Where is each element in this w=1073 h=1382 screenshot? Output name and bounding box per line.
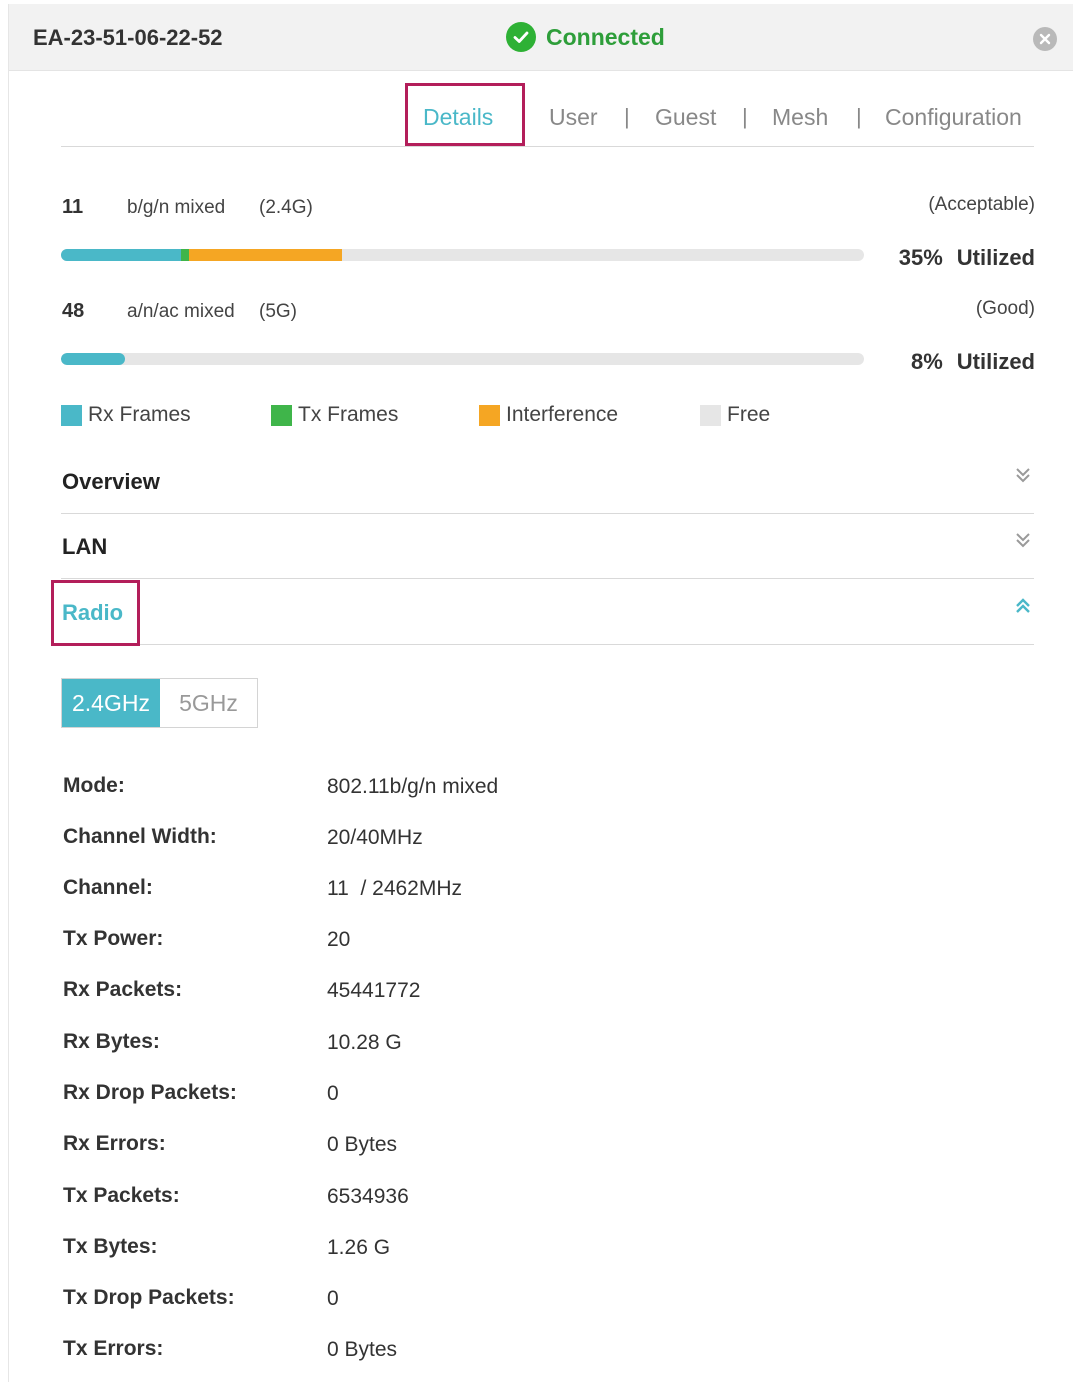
channel-rating: (Good) <box>975 298 1035 319</box>
close-icon <box>1039 33 1051 45</box>
field-value: 0 <box>327 1082 339 1105</box>
field-value: 0 Bytes <box>327 1338 398 1361</box>
field-label: Channel Width: <box>63 825 217 848</box>
field-value: 10.28 G <box>327 1031 402 1054</box>
tab-separator: | <box>624 104 630 129</box>
section-lan[interactable]: LAN <box>61 514 1034 579</box>
interference-segment <box>189 249 342 261</box>
connection-status: Connected <box>506 22 665 52</box>
channel-number: 48 <box>62 300 85 322</box>
field-value: 45441772 <box>327 979 421 1002</box>
legend-free: Free <box>700 403 770 427</box>
tab-separator: | <box>742 104 748 129</box>
section-title: LAN <box>62 534 108 559</box>
channel-band: (5G) <box>259 301 297 322</box>
legend-label: Free <box>727 403 771 426</box>
close-button[interactable] <box>1033 27 1057 51</box>
legend-label: Tx Frames <box>298 403 399 426</box>
field-label: Tx Drop Packets: <box>63 1286 235 1309</box>
legend-label: Rx Frames <box>88 403 191 426</box>
field-value: 802.11b/g/n mixed <box>327 775 499 798</box>
legend-swatch <box>479 404 500 426</box>
highlight-box-details <box>405 83 525 146</box>
field-label: Tx Packets: <box>63 1184 180 1207</box>
legend-label: Interference <box>506 403 619 426</box>
band-switch: 2.4GHz 5GHz <box>61 678 258 728</box>
section-title: Overview <box>62 469 160 494</box>
tab-mesh[interactable]: Mesh <box>772 104 828 131</box>
field-value: 20/40MHz <box>327 826 423 849</box>
utilization-readout: 35% Utilized <box>835 245 1035 271</box>
field-label: Tx Power: <box>63 927 164 950</box>
channel-band: (2.4G) <box>259 197 313 218</box>
field-label: Channel: <box>63 876 153 899</box>
highlight-box-radio <box>51 580 140 646</box>
status-text: Connected <box>546 23 665 50</box>
field-value: 1.26 G <box>327 1236 391 1259</box>
utilized-label: Utilized <box>956 245 1035 270</box>
field-value: 0 <box>327 1287 339 1310</box>
field-value: 6534936 <box>327 1185 409 1208</box>
field-value: 11 / 2462MHz <box>327 877 463 900</box>
utilization-bar <box>61 353 864 365</box>
channel-mode: a/n/ac mixed <box>127 301 235 322</box>
field-value: 20 <box>327 928 351 951</box>
field-label: Rx Bytes: <box>63 1030 160 1053</box>
device-name: EA-23-51-06-22-52 <box>33 25 223 50</box>
band-button-2-4ghz[interactable]: 2.4GHz <box>62 679 160 727</box>
legend-swatch <box>700 404 721 426</box>
utilized-label: Utilized <box>956 349 1035 374</box>
section-radio[interactable]: Radio <box>61 580 1034 645</box>
field-label: Rx Errors: <box>63 1132 166 1155</box>
legend-swatch <box>271 404 292 426</box>
utilization-percent: 8% <box>910 349 943 374</box>
tab-guest[interactable]: Guest <box>655 104 716 131</box>
chevron-double-down-icon[interactable] <box>1014 465 1032 485</box>
tab-bar: Details User | Guest | Mesh | Configurat… <box>61 84 1034 147</box>
check-circle-icon <box>506 22 536 52</box>
device-details-panel: EA-23-51-06-22-52 Connected Details User… <box>8 4 1073 1382</box>
tab-separator: | <box>856 104 862 129</box>
field-label: Rx Packets: <box>63 978 183 1001</box>
chevron-double-up-icon[interactable] <box>1014 596 1032 616</box>
field-value: 0 Bytes <box>327 1133 398 1156</box>
rx-frames-segment <box>61 249 181 261</box>
field-label: Tx Bytes: <box>63 1235 158 1258</box>
legend-tx-frames: Tx Frames <box>271 403 398 427</box>
utilization-readout: 8% Utilized <box>835 349 1035 375</box>
field-label: Tx Errors: <box>63 1337 164 1360</box>
legend-swatch <box>61 404 82 426</box>
channel-mode: b/g/n mixed <box>127 197 226 218</box>
field-label: Mode: <box>63 774 125 797</box>
tab-user[interactable]: User <box>549 104 598 131</box>
chevron-double-down-icon[interactable] <box>1014 530 1032 550</box>
tab-configuration[interactable]: Configuration <box>885 104 1022 131</box>
tx-frames-segment <box>181 249 189 261</box>
legend-interference: Interference <box>479 403 618 427</box>
channel-number: 11 <box>62 196 84 218</box>
utilization-bar <box>61 249 864 261</box>
panel-header: EA-23-51-06-22-52 Connected <box>9 4 1073 71</box>
utilization-percent: 35% <box>898 245 943 270</box>
band-button-5ghz[interactable]: 5GHz <box>160 679 257 727</box>
rx-frames-segment <box>61 353 125 365</box>
channel-rating: (Acceptable) <box>928 194 1035 215</box>
legend-rx-frames: Rx Frames <box>61 403 191 427</box>
field-label: Rx Drop Packets: <box>63 1081 237 1104</box>
section-overview[interactable]: Overview <box>61 449 1034 514</box>
